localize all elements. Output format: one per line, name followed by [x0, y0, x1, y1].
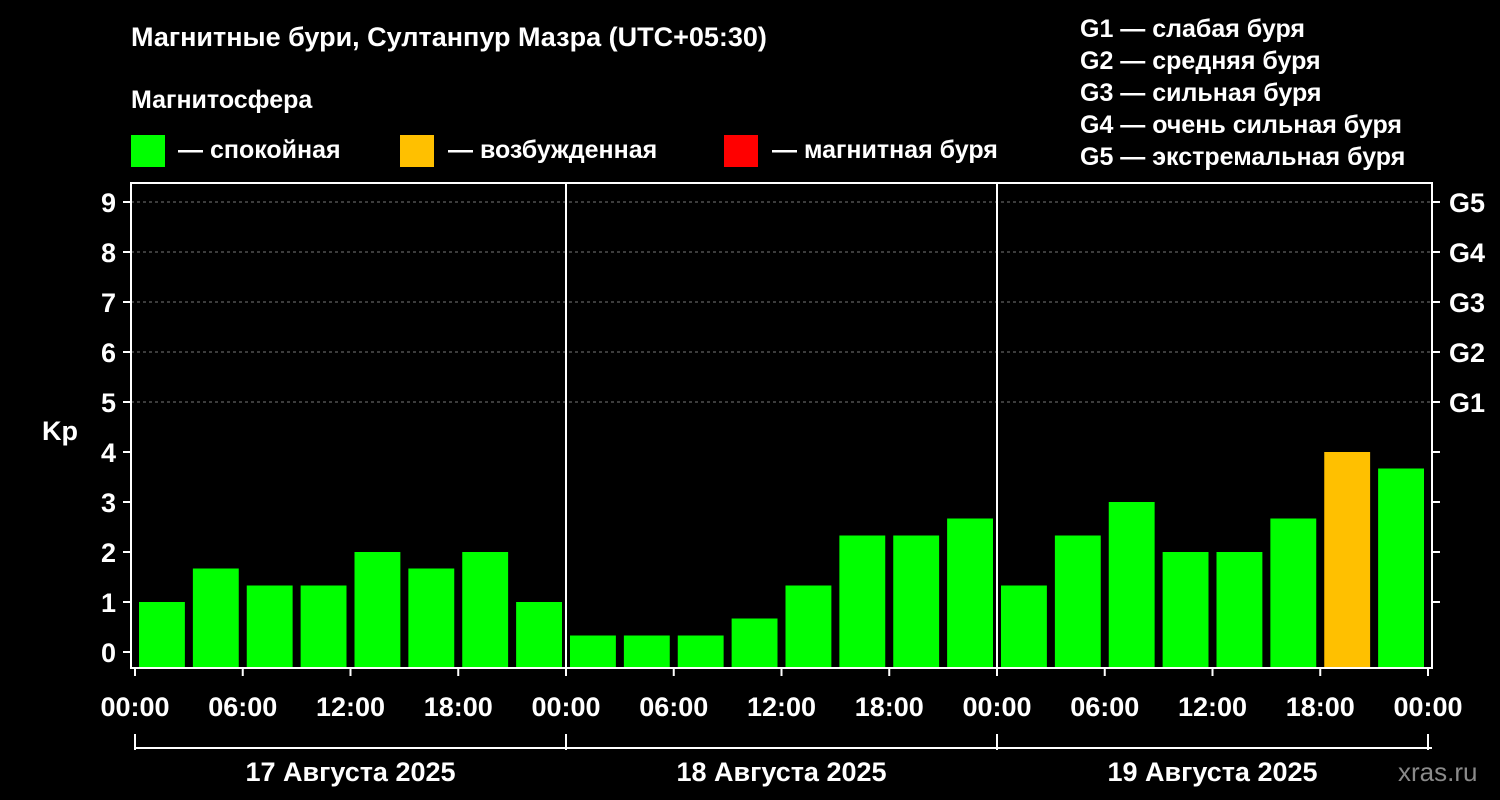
- g-scale-label: G2: [1449, 338, 1485, 368]
- kp-bar: [1001, 585, 1047, 668]
- kp-bar: [1216, 552, 1263, 668]
- kp-bar: [192, 568, 239, 668]
- y-tick-label: 6: [101, 338, 116, 368]
- y-tick-label: 1: [101, 588, 116, 618]
- y-tick-label: 4: [101, 438, 116, 468]
- x-tick-label: 18:00: [1286, 692, 1355, 722]
- kp-bar: [1270, 518, 1317, 668]
- day-label: 17 Августа 2025: [245, 757, 455, 787]
- kp-bar: [731, 618, 778, 668]
- x-tick-label: 12:00: [1178, 692, 1247, 722]
- day-label: 18 Августа 2025: [676, 757, 886, 787]
- kp-bar: [354, 552, 401, 668]
- kp-bar: [1378, 468, 1424, 668]
- y-tick-label: 9: [101, 188, 116, 218]
- kp-chart: 0 1 2 3 4 5 6 7 8 9 G1 G2 G3 G4 G5 Kp 00:00 06:00 12:00 18:…: [42, 182, 1485, 787]
- y-axis-label: Kp: [42, 416, 78, 446]
- y-tick-label: 8: [101, 238, 116, 268]
- x-tick-label: 12:00: [747, 692, 816, 722]
- kp-bar: [839, 535, 886, 668]
- kp-bar: [570, 635, 616, 668]
- kp-bar: [1162, 552, 1209, 668]
- kp-bar: [462, 552, 509, 668]
- x-tick-label: 06:00: [1070, 692, 1139, 722]
- x-tick-label: 00:00: [1393, 692, 1462, 722]
- kp-bar: [408, 568, 455, 668]
- g-scale-label: G1: [1449, 388, 1485, 418]
- x-tick-label: 00:00: [100, 692, 169, 722]
- kp-bar: [1108, 502, 1155, 668]
- kp-bar: [677, 635, 724, 668]
- kp-bar: [1324, 452, 1371, 668]
- x-tick-label: 00:00: [962, 692, 1031, 722]
- x-tick-label: 12:00: [316, 692, 385, 722]
- y-tick-label: 0: [101, 638, 116, 668]
- y-tick-label: 2: [101, 538, 116, 568]
- kp-bar: [300, 585, 347, 668]
- x-tick-label: 06:00: [208, 692, 277, 722]
- y-tick-label: 7: [101, 288, 116, 318]
- x-tick-label: 00:00: [531, 692, 600, 722]
- x-tick-label: 18:00: [855, 692, 924, 722]
- watermark: xras.ru: [1398, 757, 1478, 787]
- kp-bar: [893, 535, 940, 668]
- x-tick-label: 18:00: [424, 692, 493, 722]
- y-tick-label: 5: [101, 388, 116, 418]
- x-tick-label: 06:00: [639, 692, 708, 722]
- g-scale-label: G5: [1449, 188, 1485, 218]
- g-scale-label: G4: [1449, 238, 1485, 268]
- kp-bar: [785, 585, 832, 668]
- kp-bar: [623, 635, 670, 668]
- kp-bar: [1054, 535, 1101, 668]
- kp-bar: [246, 585, 293, 668]
- day-label: 19 Августа 2025: [1107, 757, 1317, 787]
- g-scale-label: G3: [1449, 288, 1485, 318]
- kp-bar: [139, 602, 185, 668]
- kp-bar: [947, 518, 993, 668]
- kp-bar: [516, 602, 562, 668]
- y-tick-label: 3: [101, 488, 116, 518]
